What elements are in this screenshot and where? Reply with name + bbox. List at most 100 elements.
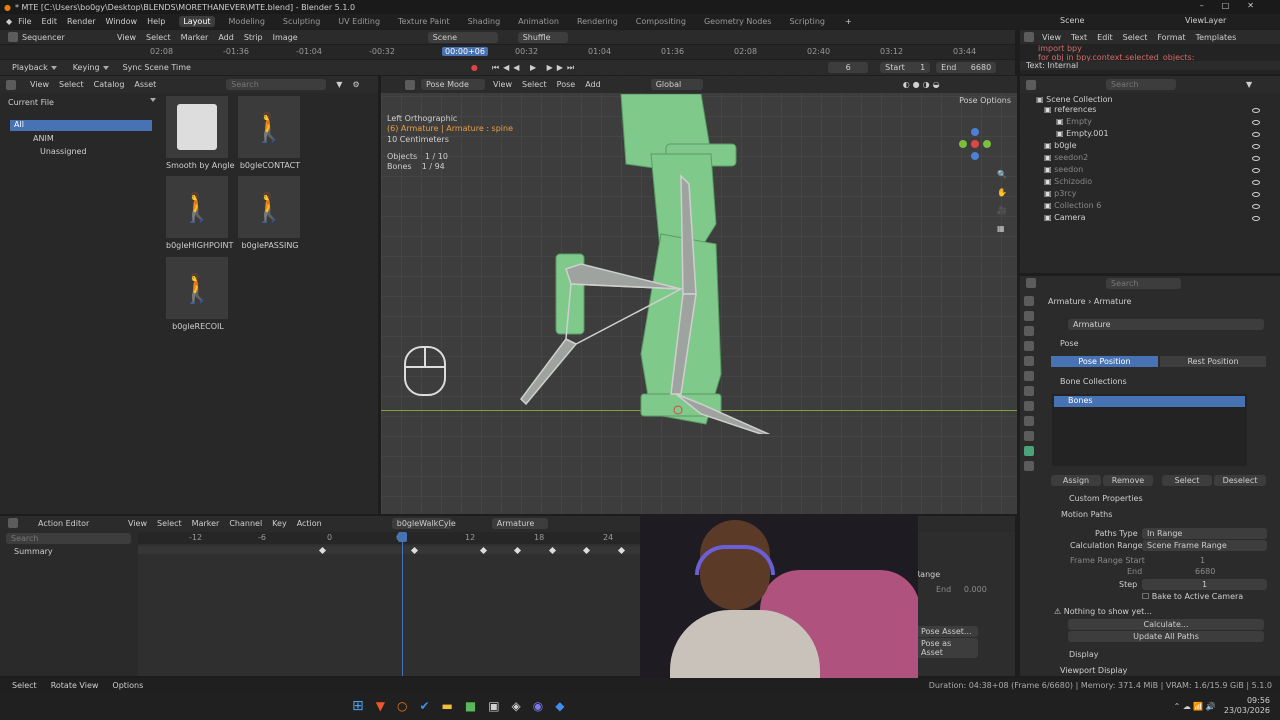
visibility-icon[interactable] bbox=[1252, 108, 1260, 113]
menu-strip[interactable]: Strip bbox=[244, 33, 263, 42]
scene-tab-icon[interactable] bbox=[1024, 356, 1034, 366]
bone-collections-header[interactable]: Bone Collections bbox=[1060, 377, 1127, 386]
menu-key[interactable]: Key bbox=[272, 519, 287, 528]
menu-action[interactable]: Action bbox=[297, 519, 322, 528]
viewport-menu[interactable]: View Select Pose Add bbox=[493, 80, 611, 89]
3d-viewport[interactable]: Pose Mode View Select Pose Add Global ◐●◑◒ … bbox=[381, 76, 1017, 514]
menu-view[interactable]: View bbox=[1042, 33, 1061, 42]
menu-edit[interactable]: Edit bbox=[1097, 33, 1113, 42]
filter-icon[interactable]: ▼ bbox=[1246, 80, 1252, 89]
keyframe[interactable] bbox=[617, 546, 625, 555]
visibility-icon[interactable] bbox=[1252, 168, 1260, 173]
taskbar-apps[interactable]: ⊞ ▼ ○ ✔ ▬ ■ ▣ ◈ ◉ ◆ bbox=[352, 698, 565, 714]
visibility-icon[interactable] bbox=[1252, 204, 1260, 209]
menu-text[interactable]: Text bbox=[1071, 33, 1087, 42]
viewport-display-header[interactable]: Viewport Display bbox=[1060, 666, 1127, 675]
menu-select[interactable]: Select bbox=[59, 80, 84, 89]
record-icon[interactable]: ● bbox=[471, 63, 478, 72]
vscode-icon[interactable]: ◆ bbox=[555, 699, 564, 713]
outliner-item[interactable]: ▣ seedon2 bbox=[1020, 153, 1280, 165]
outliner-item[interactable]: ▣ Empty bbox=[1020, 117, 1280, 129]
outliner-item[interactable]: ▣ Schizodio bbox=[1020, 177, 1280, 189]
asset-search-input[interactable]: Search bbox=[226, 79, 327, 90]
current-frame-field[interactable]: 6 bbox=[828, 62, 869, 73]
top-menu-list[interactable]: File Edit Render Window Help bbox=[18, 17, 175, 26]
pose-position-button[interactable]: Pose Position bbox=[1051, 356, 1158, 367]
keyframe[interactable] bbox=[318, 546, 326, 555]
visibility-icon[interactable] bbox=[1252, 216, 1260, 221]
character-armature[interactable] bbox=[511, 94, 811, 434]
playback-menu[interactable]: Playback bbox=[12, 63, 48, 72]
sequencer-menu[interactable]: View Select Marker Add Strip Image bbox=[117, 33, 308, 42]
editor-type-icon[interactable] bbox=[8, 32, 18, 42]
workspace-tab[interactable]: Rendering bbox=[573, 16, 622, 27]
brave-icon[interactable]: ▼ bbox=[376, 699, 385, 713]
menu-asset[interactable]: Asset bbox=[134, 80, 156, 89]
outliner-item[interactable]: ▣ Camera bbox=[1020, 213, 1280, 225]
data-tab-icon[interactable] bbox=[1024, 446, 1034, 456]
rest-position-button[interactable]: Rest Position bbox=[1160, 356, 1266, 367]
keyframe[interactable] bbox=[548, 546, 556, 555]
modifier-tab-icon[interactable] bbox=[1024, 401, 1034, 411]
navigation-gizmo[interactable] bbox=[959, 128, 991, 160]
menu-templates[interactable]: Templates bbox=[1196, 33, 1237, 42]
physics-tab-icon[interactable] bbox=[1024, 416, 1034, 426]
step-field[interactable]: 1 bbox=[1142, 579, 1267, 590]
tray-icons[interactable]: ⌃ ☁ 📶 🔊 bbox=[1174, 702, 1216, 711]
menu-view[interactable]: View bbox=[30, 80, 49, 89]
editor-type-icon[interactable] bbox=[1026, 79, 1036, 90]
constraints-tab-icon[interactable] bbox=[1024, 431, 1034, 441]
display-header[interactable]: Display bbox=[1069, 650, 1099, 659]
pan-hand-icon[interactable]: ✋ bbox=[997, 188, 1007, 197]
menu-edit[interactable]: Edit bbox=[42, 17, 58, 26]
scene-selector[interactable]: Scene bbox=[1060, 16, 1084, 25]
pose-panel-header[interactable]: Pose bbox=[1060, 339, 1079, 348]
keyframe[interactable] bbox=[513, 546, 522, 555]
window-controls[interactable]: –□✕ bbox=[1200, 1, 1272, 10]
assign-button[interactable]: Assign bbox=[1051, 475, 1101, 486]
pose-asset-button[interactable]: Pose Asset... bbox=[916, 626, 978, 637]
menu-select[interactable]: Select bbox=[157, 519, 182, 528]
transport-controls-icon[interactable]: ⏮◀◀ ▶ ▶▶⏭ bbox=[492, 63, 578, 73]
zoom-icon[interactable]: 🔍 bbox=[997, 170, 1007, 179]
asset-tile[interactable]: 🚶 b0gleRECOIL bbox=[166, 257, 230, 331]
keyframe[interactable] bbox=[582, 546, 591, 555]
workspace-tab[interactable]: UV Editing bbox=[334, 16, 384, 27]
workspace-tabs[interactable]: Layout Modeling Sculpting UV Editing Texture… bbox=[179, 16, 839, 27]
properties-search-input[interactable]: Search bbox=[1106, 277, 1181, 289]
visibility-icon[interactable] bbox=[1252, 120, 1260, 125]
viewlayer-selector[interactable]: ViewLayer bbox=[1185, 16, 1226, 25]
view-layer-tab-icon[interactable] bbox=[1024, 341, 1034, 351]
render-tab-icon[interactable] bbox=[1024, 311, 1034, 321]
blender-menu-icon[interactable]: ◆ bbox=[6, 17, 12, 26]
visibility-icon[interactable] bbox=[1252, 132, 1260, 137]
keyframe[interactable] bbox=[479, 546, 487, 555]
workspace-tab[interactable]: Scripting bbox=[785, 16, 829, 27]
menu-channel[interactable]: Channel bbox=[229, 519, 262, 528]
game-icon[interactable]: ■ bbox=[465, 699, 476, 713]
asset-tile[interactable]: Smooth by Angle bbox=[166, 96, 235, 170]
armature-name-field[interactable]: Armature bbox=[1068, 319, 1264, 330]
visibility-icon[interactable] bbox=[1252, 192, 1260, 197]
menu-render[interactable]: Render bbox=[67, 17, 95, 26]
add-workspace-button[interactable]: + bbox=[845, 17, 852, 26]
menu-image[interactable]: Image bbox=[273, 33, 298, 42]
asset-tile[interactable]: 🚶 b0gleCONTACT bbox=[238, 96, 302, 170]
menu-select[interactable]: Select bbox=[522, 80, 547, 89]
workspace-tab[interactable]: Layout bbox=[179, 16, 215, 27]
outliner-search-input[interactable]: Search bbox=[1106, 79, 1176, 90]
menu-catalog[interactable]: Catalog bbox=[94, 80, 125, 89]
code-line-2[interactable]: for obj in bpy.context.selected_objects: bbox=[1020, 53, 1280, 61]
menu-select[interactable]: Select bbox=[1123, 33, 1148, 42]
visibility-icon[interactable] bbox=[1252, 180, 1260, 185]
workspace-tab[interactable]: Animation bbox=[514, 16, 563, 27]
folder-icon[interactable]: ▬ bbox=[442, 699, 453, 713]
workspace-tab[interactable]: Texture Paint bbox=[394, 16, 454, 27]
sequencer-scene[interactable]: Scene bbox=[427, 31, 498, 43]
update-all-paths-button[interactable]: Update All Paths bbox=[1068, 631, 1264, 642]
orientation-selector[interactable]: Global bbox=[650, 79, 703, 90]
ortho-grid-icon[interactable]: ▦ bbox=[997, 224, 1005, 233]
text-editor-menu[interactable]: View Text Edit Select Format Templates bbox=[1042, 33, 1246, 42]
asset-tile[interactable]: 🚶 b0gleHIGHPOINT bbox=[166, 176, 233, 250]
bone-collection-item[interactable]: Bones bbox=[1054, 396, 1245, 407]
